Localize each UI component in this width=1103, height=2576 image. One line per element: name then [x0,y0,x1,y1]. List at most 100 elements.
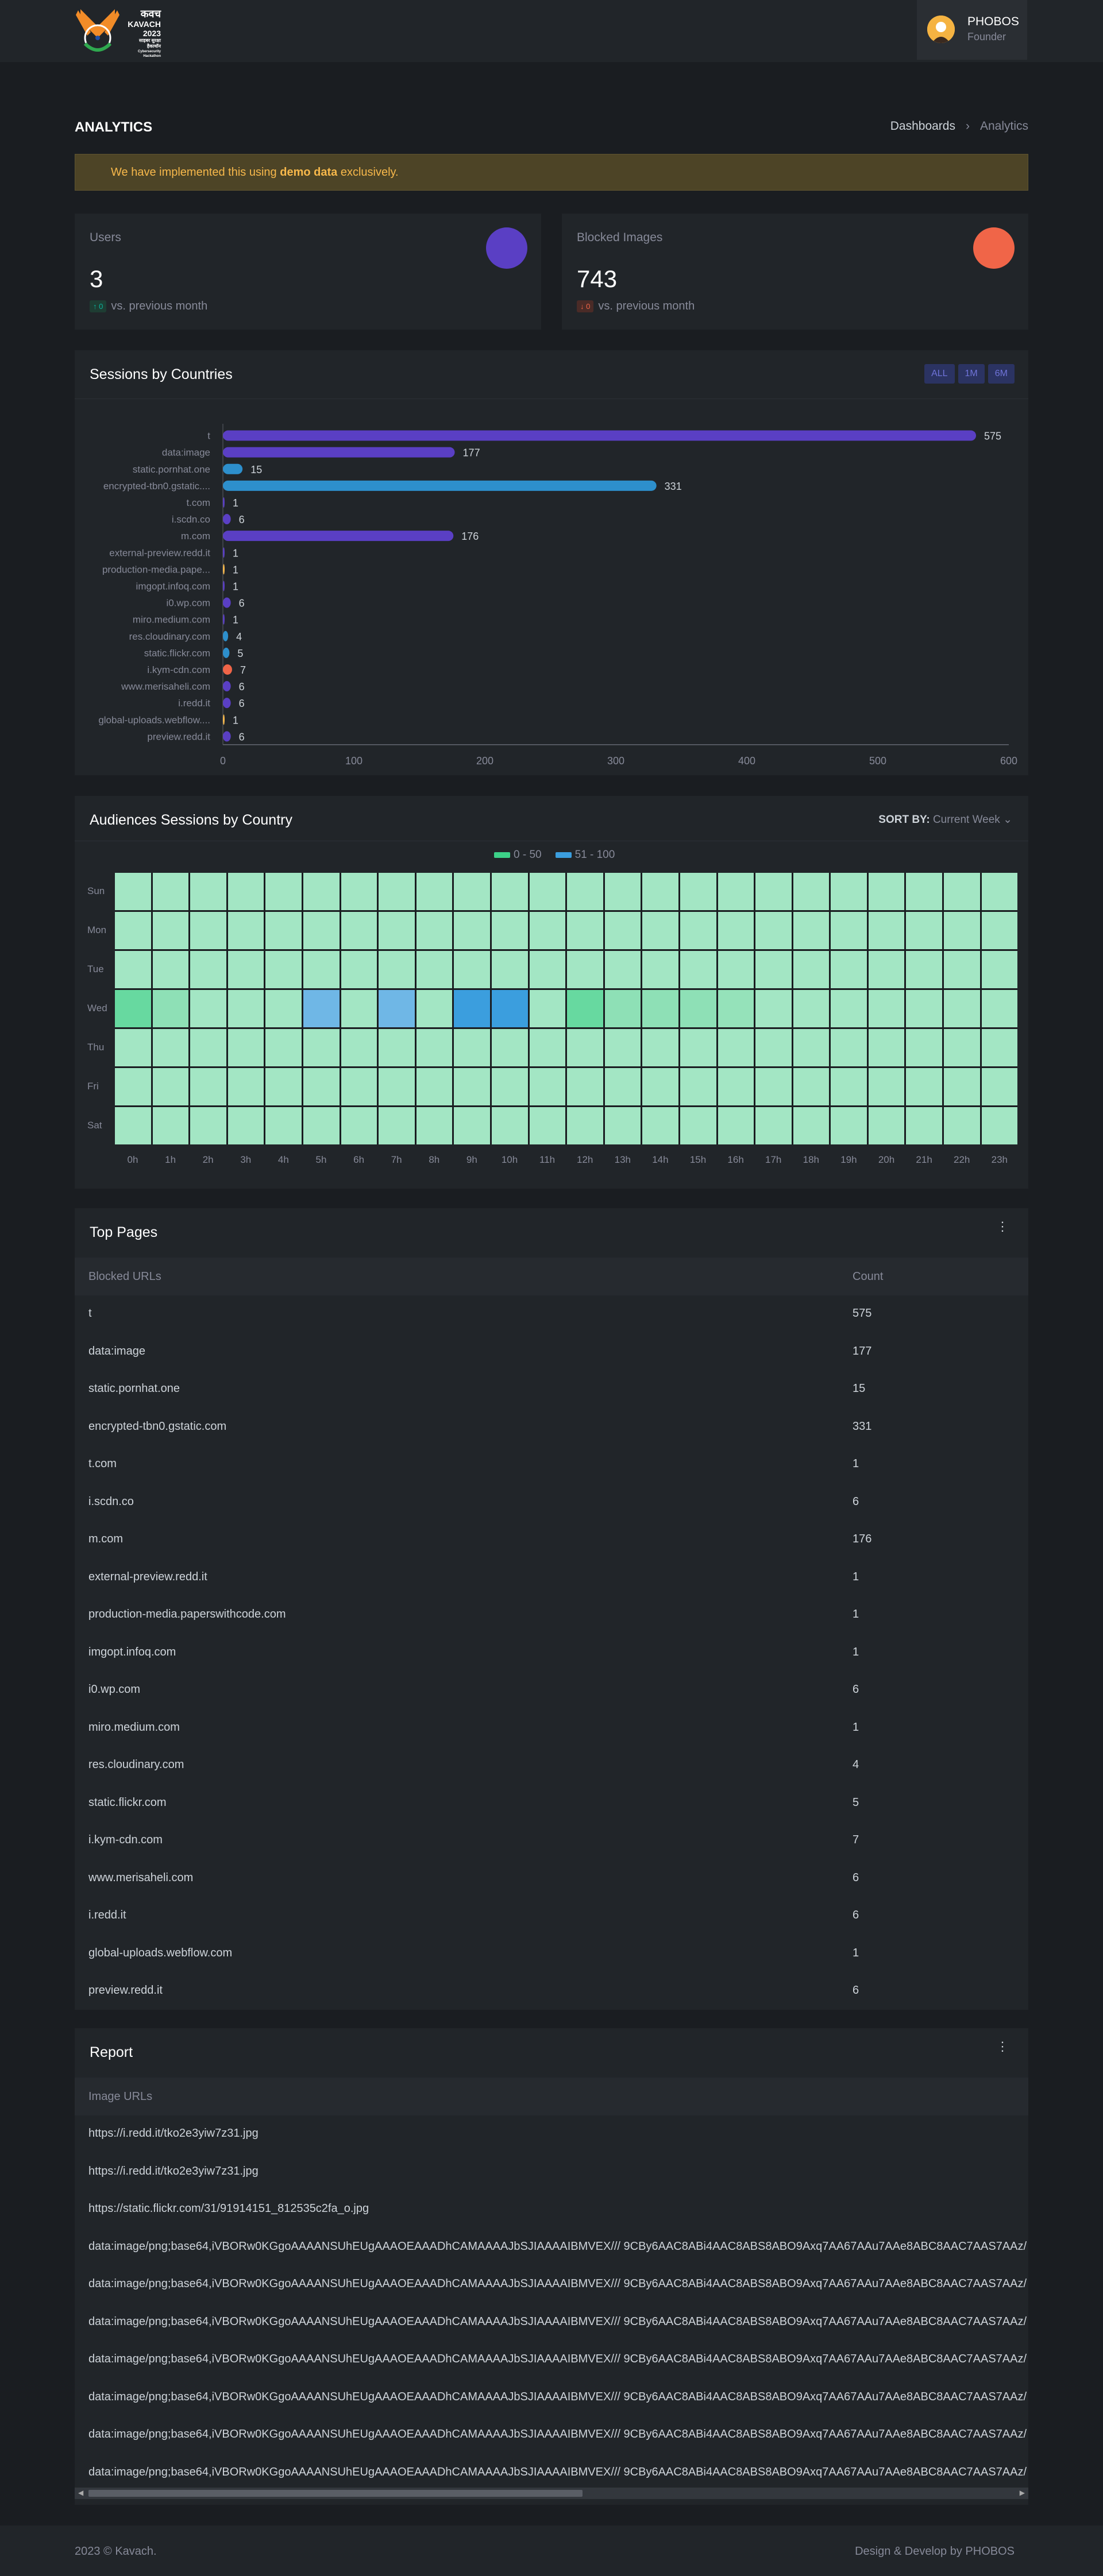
heatmap-cell[interactable] [793,1107,830,1144]
heatmap-cell[interactable] [718,912,754,949]
table-row[interactable]: imgopt.infoq.com 1 [75,1634,1028,1672]
table-row[interactable]: i.scdn.co 6 [75,1484,1028,1521]
table-row[interactable]: global-uploads.webflow.com 1 [75,1935,1028,1972]
heatmap-cell[interactable] [680,1107,716,1144]
heatmap-cell[interactable] [115,990,151,1027]
table-row[interactable]: miro.medium.com 1 [75,1709,1028,1747]
heatmap-cell[interactable] [454,912,490,949]
heatmap-cell[interactable] [718,990,754,1027]
bar[interactable] [223,531,454,541]
heatmap-cell[interactable] [379,912,415,949]
heatmap-cell[interactable] [604,912,641,949]
heatmap-cell[interactable] [152,1107,189,1144]
heatmap-cell[interactable] [454,990,490,1027]
heatmap-cell[interactable] [416,912,453,949]
heatmap-cell[interactable] [755,873,792,910]
heatmap-cell[interactable] [152,1068,189,1105]
sort-dropdown[interactable]: SORT BY: Current Week ⌄ [878,813,1012,826]
heatmap-cell[interactable] [680,990,716,1027]
heatmap-cell[interactable] [303,990,340,1027]
heatmap-cell[interactable] [944,990,980,1027]
heatmap-cell[interactable] [227,1029,264,1066]
bar[interactable] [223,514,231,525]
heatmap-cell[interactable] [379,873,415,910]
bar[interactable] [223,698,231,709]
bar[interactable] [223,463,243,474]
bar[interactable] [223,547,225,558]
heatmap-cell[interactable] [303,873,340,910]
image-url[interactable]: https://i.redd.it/tko2e3yiw7z31.jpg [88,2165,259,2178]
table-row[interactable]: www.merisaheli.com 6 [75,1860,1028,1897]
heatmap-cell[interactable] [529,990,566,1027]
heatmap-cell[interactable] [190,1068,226,1105]
heatmap-cell[interactable] [529,873,566,910]
bar[interactable] [223,647,230,658]
table-row[interactable]: data:image/png;base64,iVBORw0KGgoAAAANSU… [75,2341,1028,2378]
heatmap-cell[interactable] [227,951,264,988]
heatmap-cell[interactable] [755,1029,792,1066]
heatmap-cell[interactable] [793,990,830,1027]
table-row[interactable]: https://i.redd.it/tko2e3yiw7z31.jpg [75,2153,1028,2191]
heatmap-cell[interactable] [831,1068,867,1105]
heatmap-cell[interactable] [303,1107,340,1144]
image-url[interactable]: data:image/png;base64,iVBORw0KGgoAAAANSU… [88,2277,1027,2291]
bar[interactable] [223,681,231,692]
heatmap-cell[interactable] [379,1029,415,1066]
heatmap-cell[interactable] [831,990,867,1027]
heatmap-cell[interactable] [944,1068,980,1105]
bar[interactable] [223,664,232,675]
heatmap-cell[interactable] [491,873,528,910]
heatmap-cell[interactable] [454,951,490,988]
table-row[interactable]: data:image/png;base64,iVBORw0KGgoAAAANSU… [75,2379,1028,2416]
scroll-thumb[interactable] [88,2490,583,2497]
col-image-urls[interactable]: Image URLs [88,2090,152,2103]
heatmap-cell[interactable] [190,1107,226,1144]
breadcrumb-dashboards[interactable]: Dashboards [890,119,955,133]
heatmap-cell[interactable] [567,990,603,1027]
heatmap-cell[interactable] [868,951,905,988]
heatmap-cell[interactable] [642,1068,678,1105]
heatmap-cell[interactable] [755,951,792,988]
heatmap-cell[interactable] [416,1107,453,1144]
heatmap-cell[interactable] [529,912,566,949]
heatmap-cell[interactable] [718,1107,754,1144]
heatmap-cell[interactable] [944,1029,980,1066]
heatmap-cell[interactable] [303,1029,340,1066]
heatmap-cell[interactable] [454,1068,490,1105]
table-row[interactable]: t.com 1 [75,1446,1028,1483]
heatmap-cell[interactable] [454,873,490,910]
heatmap-cell[interactable] [793,951,830,988]
heatmap-cell[interactable] [491,1107,528,1144]
heatmap-cell[interactable] [604,1068,641,1105]
heatmap-cell[interactable] [115,873,151,910]
heatmap-cell[interactable] [793,912,830,949]
heatmap-cell[interactable] [981,951,1018,988]
heatmap-cell[interactable] [944,951,980,988]
heatmap-cell[interactable] [265,912,302,949]
bar[interactable] [223,430,976,441]
heatmap-cell[interactable] [567,1029,603,1066]
heatmap-cell[interactable] [416,951,453,988]
heatmap-cell[interactable] [642,990,678,1027]
heatmap-cell[interactable] [265,990,302,1027]
heatmap-cell[interactable] [341,1068,377,1105]
heatmap-cell[interactable] [868,990,905,1027]
table-row[interactable]: data:image/png;base64,iVBORw0KGgoAAAANSU… [75,2266,1028,2303]
image-url[interactable]: data:image/png;base64,iVBORw0KGgoAAAANSU… [88,2391,1027,2404]
heatmap-cell[interactable] [981,873,1018,910]
heatmap-cell[interactable] [227,1107,264,1144]
heatmap-cell[interactable] [454,1029,490,1066]
heatmap-cell[interactable] [341,951,377,988]
heatmap-cell[interactable] [755,912,792,949]
heatmap-cell[interactable] [190,912,226,949]
heatmap-cell[interactable] [718,951,754,988]
table-row[interactable]: t 575 [75,1295,1028,1333]
heatmap-cell[interactable] [567,1107,603,1144]
heatmap-cell[interactable] [152,873,189,910]
heatmap-cell[interactable] [152,990,189,1027]
table-row[interactable]: data:image/png;base64,iVBORw0KGgoAAAANSU… [75,2454,1028,2484]
heatmap-cell[interactable] [491,912,528,949]
table-row[interactable]: res.cloudinary.com 4 [75,1747,1028,1784]
heatmap-cell[interactable] [227,990,264,1027]
heatmap-cell[interactable] [190,1029,226,1066]
